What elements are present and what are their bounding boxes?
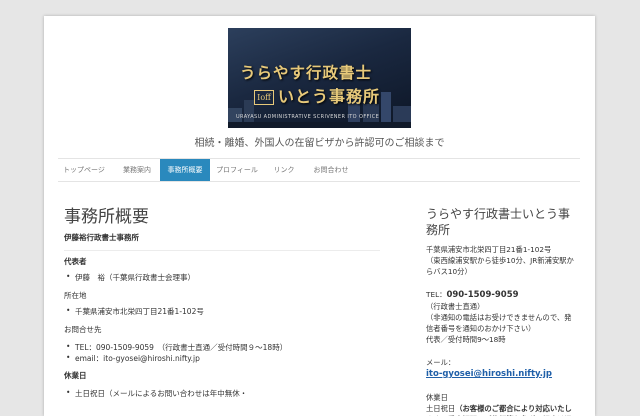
sidebar-title: うらやす行政書士いとう事務所 [426, 207, 571, 237]
office-name: 伊藤裕行政書士事務所 [64, 233, 139, 242]
logo-line-1: うらやす行政書士 [240, 63, 373, 82]
sidebar-holiday-line: 土日祝日（お客様のご都合により対応いたします・重度証明のご依頼等お急ぎの場合は迅… [426, 403, 576, 416]
contact-tel: TEL：090-1509-9059 （行政書士直通／受付時間９～18時） [66, 342, 287, 353]
page-title: 事務所概要 [64, 207, 149, 227]
sidebar-tel[interactable]: 090-1509-9059 [446, 290, 518, 300]
nav-item-office[interactable]: 事務所概要 [160, 159, 210, 181]
sidebar-access: （東西線浦安駅から徒歩10分、JR新浦安駅からバス10分） [426, 256, 574, 276]
sidebar-address: 千葉県浦安市北栄四丁目21番1-102号 [426, 245, 552, 254]
sidebar: うらやす行政書士いとう事務所 千葉県浦安市北栄四丁目21番1-102号 （東西線… [426, 206, 576, 416]
sidebar-holiday-label: 休業日 [426, 393, 448, 402]
nav-item-links[interactable]: リンク [264, 159, 304, 181]
sidebar-tel-suffix: （行政書士直通） [426, 302, 485, 311]
nav-item-profile[interactable]: プロフィール [212, 159, 262, 181]
main-content: 事務所概要 伊藤裕行政書士事務所 代表者 伊藤 裕（千葉県行政書士会理事） 所在… [64, 206, 384, 398]
address-value: 千葉県浦安市北栄四丁目21番1-102号 [66, 306, 204, 317]
sidebar-mail-link[interactable]: ito-gyosei@hiroshi.nifty.jp [426, 369, 552, 379]
site-tagline: 相続・離婚、外国人の在留ビザから許認可のご相談まで [194, 138, 445, 149]
sidebar-mail-label: メール： [426, 358, 456, 367]
nav-item-services[interactable]: 業務案内 [114, 159, 160, 181]
contact-label: お問合せ先 [64, 325, 102, 334]
contact-email: email：ito-gyosei@hiroshi.nifty.jp [66, 353, 200, 364]
sidebar-tel-line: TEL：090-1509-9059 （行政書士直通） [426, 289, 576, 312]
nav-item-top[interactable]: トップページ [58, 159, 110, 181]
address-label: 所在地 [64, 291, 87, 300]
sidebar-tel-prefix: TEL： [426, 290, 447, 299]
divider [64, 250, 380, 251]
sidebar-tel-hours: 代表／受付時間9～18時 [426, 335, 506, 344]
logo-line-2: いとう事務所 [278, 87, 381, 106]
main-nav: トップページ 業務案内 事務所概要 プロフィール リンク お問合わせ [58, 158, 580, 182]
sidebar-holiday-prefix: 土日祝日 [426, 404, 456, 413]
holiday-label: 休業日 [64, 371, 87, 380]
representative-label: 代表者 [64, 257, 87, 266]
logo-badge: Ioff [254, 90, 274, 105]
page-container: うらやす行政書士 Ioff いとう事務所 URAYASU ADMINISTRAT… [44, 16, 595, 416]
nav-item-contact[interactable]: お問合わせ [306, 159, 356, 181]
sidebar-tel-note: （非通知の電話はお受けできませんので、発信者番号を通知のおかけ下さい） [426, 313, 572, 333]
logo-subtitle: URAYASU ADMINISTRATIVE SCRIVENER ITO OFF… [236, 114, 380, 120]
representative-value: 伊藤 裕（千葉県行政書士会理事） [66, 272, 195, 283]
holiday-value: 土日祝日（メールによるお問い合わせは年中無休・ [66, 388, 247, 399]
site-logo[interactable]: うらやす行政書士 Ioff いとう事務所 URAYASU ADMINISTRAT… [228, 28, 411, 128]
